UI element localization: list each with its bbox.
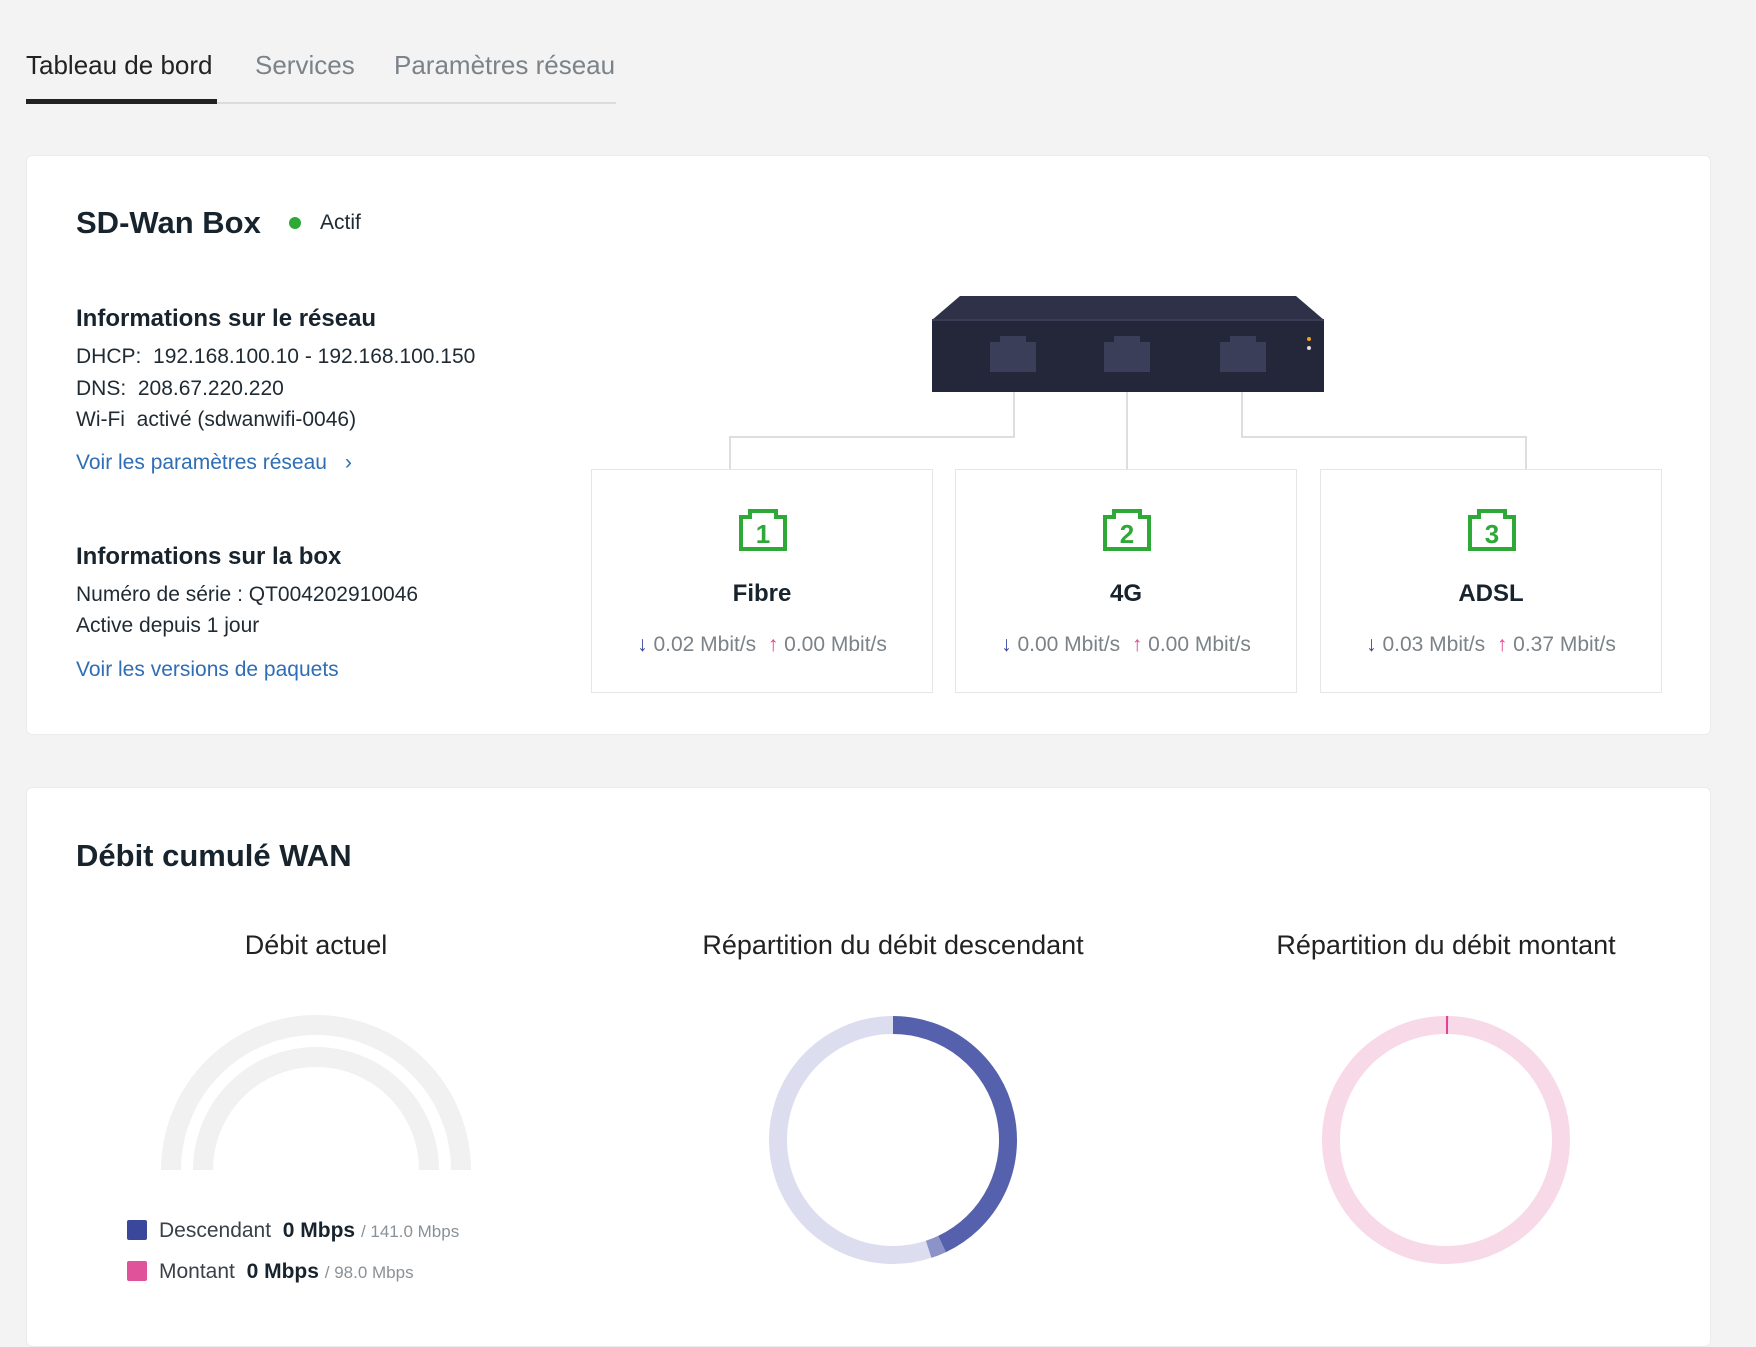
donut-slice — [893, 1025, 1008, 1244]
port-rates: ↓ 0.00 Mbit/s ↑ 0.00 Mbit/s — [956, 633, 1296, 657]
tab-network-settings[interactable]: Paramètres réseau — [394, 50, 615, 81]
svg-text:1: 1 — [756, 519, 770, 549]
donut-slice — [929, 1244, 942, 1249]
connector-line — [1525, 436, 1527, 470]
dns-label: DNS: — [76, 377, 126, 400]
wifi-row: Wi-Fi activé (sdwanwifi-0046) — [76, 408, 356, 432]
port-name: ADSL — [1321, 580, 1661, 608]
port-rates: ↓ 0.02 Mbit/s ↑ 0.00 Mbit/s — [592, 633, 932, 657]
legend-label: Montant — [159, 1260, 235, 1283]
up-distribution-donut — [1316, 1010, 1576, 1270]
connector-line — [1241, 436, 1527, 438]
connector-line — [1126, 391, 1128, 470]
chevron-right-icon: › — [345, 451, 352, 474]
arrow-up-icon: ↑ — [1132, 633, 1143, 656]
port-name: Fibre — [592, 580, 932, 608]
wifi-label: Wi-Fi — [76, 408, 125, 431]
status-dot-icon — [289, 217, 301, 229]
tab-dashboard[interactable]: Tableau de bord — [26, 50, 212, 81]
dns-value: 208.67.220.220 — [138, 377, 284, 400]
wan-title: Débit cumulé WAN — [76, 838, 352, 874]
donut-slice — [1331, 1025, 1561, 1255]
legend-up: Montant 0 Mbps / 98.0 Mbps — [127, 1260, 414, 1284]
arrow-down-icon: ↓ — [637, 633, 648, 656]
legend-label: Descendant — [159, 1219, 271, 1242]
gauge-track-up — [203, 1057, 429, 1170]
dhcp-row: DHCP: 192.168.100.10 - 192.168.100.150 — [76, 345, 475, 369]
box-info-heading: Informations sur la box — [76, 543, 341, 571]
legend-value: 0 Mbps — [247, 1260, 319, 1283]
svg-text:2: 2 — [1120, 519, 1134, 549]
download-rate: 0.02 Mbit/s — [653, 633, 756, 656]
tab-bar: Tableau de bord Services Paramètres rése… — [26, 40, 616, 104]
down-distribution-donut — [763, 1010, 1023, 1270]
legend-swatch — [127, 1261, 147, 1281]
dhcp-label: DHCP: — [76, 345, 141, 368]
legend-max: / 98.0 Mbps — [325, 1263, 414, 1282]
uptime: Active depuis 1 jour — [76, 614, 259, 638]
connector-line — [729, 436, 1015, 438]
tab-services[interactable]: Services — [255, 50, 355, 81]
download-rate: 0.03 Mbit/s — [1382, 633, 1485, 656]
legend-swatch — [127, 1220, 147, 1240]
serial-number: Numéro de série : QT004202910046 — [76, 583, 418, 607]
upload-rate: 0.00 Mbit/s — [1148, 633, 1251, 656]
sdwan-box-device-icon — [930, 294, 1326, 394]
box-title: SD-Wan Box — [76, 205, 261, 241]
dhcp-value: 192.168.100.10 - 192.168.100.150 — [153, 345, 475, 368]
legend-max: / 141.0 Mbps — [361, 1222, 459, 1241]
connector-line — [1241, 391, 1243, 437]
ethernet-port-2-icon: 2 — [1102, 508, 1152, 552]
upload-rate: 0.00 Mbit/s — [784, 633, 887, 656]
legend-down: Descendant 0 Mbps / 141.0 Mbps — [127, 1219, 459, 1243]
connector-line — [1013, 391, 1015, 437]
network-settings-link[interactable]: Voir les paramètres réseau › — [76, 451, 352, 475]
ethernet-port-1-icon: 1 — [738, 508, 788, 552]
down-distribution-title: Répartition du débit descendant — [643, 930, 1143, 961]
arrow-up-icon: ↑ — [768, 633, 779, 656]
port-card-fibre[interactable]: 1 Fibre ↓ 0.02 Mbit/s ↑ 0.00 Mbit/s — [591, 469, 933, 693]
wifi-value: activé (sdwanwifi-0046) — [137, 408, 356, 431]
active-tab-indicator — [26, 99, 217, 104]
port-card-adsl[interactable]: 3 ADSL ↓ 0.03 Mbit/s ↑ 0.37 Mbit/s — [1320, 469, 1662, 693]
download-rate: 0.00 Mbit/s — [1017, 633, 1120, 656]
current-rate-title: Débit actuel — [116, 930, 516, 961]
network-settings-link-label: Voir les paramètres réseau — [76, 451, 327, 474]
svg-text:3: 3 — [1485, 519, 1499, 549]
network-info-heading: Informations sur le réseau — [76, 305, 376, 333]
package-versions-link[interactable]: Voir les versions de paquets — [76, 658, 339, 682]
dns-row: DNS: 208.67.220.220 — [76, 377, 284, 401]
current-rate-gauge — [146, 1000, 486, 1170]
donut-slice — [778, 1025, 929, 1255]
arrow-up-icon: ↑ — [1497, 633, 1508, 656]
port-name: 4G — [956, 580, 1296, 608]
port-rates: ↓ 0.03 Mbit/s ↑ 0.37 Mbit/s — [1321, 633, 1661, 657]
port-card-4g[interactable]: 2 4G ↓ 0.00 Mbit/s ↑ 0.00 Mbit/s — [955, 469, 1297, 693]
legend-value: 0 Mbps — [283, 1219, 355, 1242]
arrow-down-icon: ↓ — [1366, 633, 1377, 656]
status-badge: Actif — [320, 211, 361, 235]
up-distribution-title: Répartition du débit montant — [1196, 930, 1696, 961]
ethernet-port-3-icon: 3 — [1467, 508, 1517, 552]
connector-line — [729, 436, 731, 470]
upload-rate: 0.37 Mbit/s — [1513, 633, 1616, 656]
arrow-down-icon: ↓ — [1001, 633, 1012, 656]
